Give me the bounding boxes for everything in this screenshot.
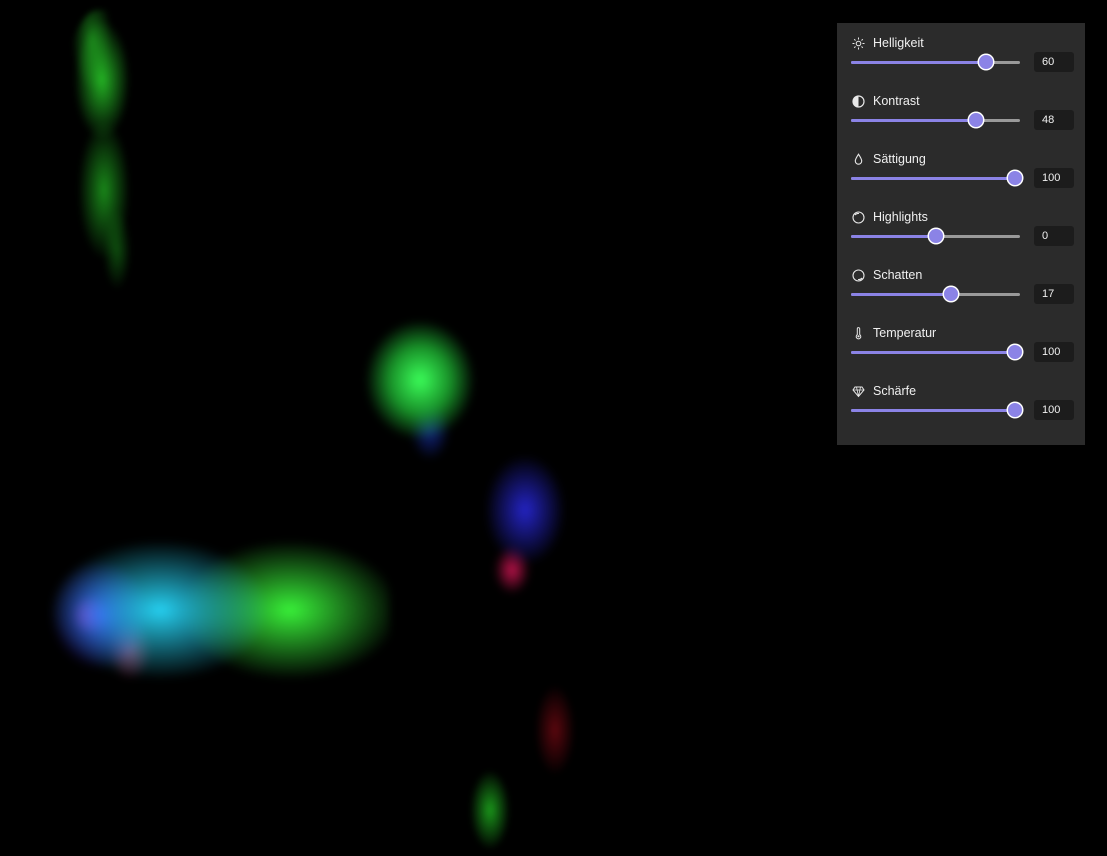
adjustment-contrast: Kontrast 48 bbox=[837, 81, 1085, 139]
adjustment-label: Helligkeit bbox=[873, 36, 924, 50]
drop-icon bbox=[851, 152, 865, 166]
slider-thumb[interactable] bbox=[1007, 345, 1022, 359]
slider-fill bbox=[851, 177, 1015, 180]
saturation-slider[interactable] bbox=[851, 171, 1022, 185]
slider-fill bbox=[851, 293, 951, 296]
thermometer-icon bbox=[851, 326, 865, 340]
adjustment-highlights: Highlights 0 bbox=[837, 197, 1085, 255]
adjustment-label: Schatten bbox=[873, 268, 923, 282]
adjustment-temperature: Temperatur 100 bbox=[837, 313, 1085, 371]
temperature-value-field[interactable]: 100 bbox=[1034, 342, 1074, 362]
sharpness-slider[interactable] bbox=[851, 403, 1022, 417]
slider-thumb[interactable] bbox=[943, 287, 958, 301]
adjustment-sharpness: Schärfe 100 bbox=[837, 371, 1085, 429]
image-content bbox=[530, 680, 580, 780]
highlights-slider[interactable] bbox=[851, 229, 1020, 243]
slider-thumb[interactable] bbox=[1007, 171, 1022, 185]
adjustment-label: Sättigung bbox=[873, 152, 926, 166]
slider-fill bbox=[851, 61, 987, 64]
image-content bbox=[470, 440, 600, 610]
contrast-slider[interactable] bbox=[851, 113, 1020, 127]
adjustment-brightness: Helligkeit 60 bbox=[837, 23, 1085, 81]
adjustment-label: Highlights bbox=[873, 210, 928, 224]
shadows-value-field[interactable]: 17 bbox=[1034, 284, 1074, 304]
slider-fill bbox=[851, 235, 936, 238]
brightness-slider[interactable] bbox=[851, 55, 1020, 69]
adjustment-saturation: Sättigung 100 bbox=[837, 139, 1085, 197]
adjustment-label: Kontrast bbox=[873, 94, 920, 108]
slider-thumb[interactable] bbox=[1007, 403, 1022, 417]
image-content bbox=[62, 10, 152, 290]
slider-fill bbox=[851, 351, 1015, 354]
slider-fill bbox=[851, 119, 977, 122]
adjustments-panel: Helligkeit 60 Kontrast 48 Sättigung 100 … bbox=[837, 23, 1085, 445]
sun-icon bbox=[851, 36, 865, 50]
adjustment-label: Temperatur bbox=[873, 326, 937, 340]
slider-thumb[interactable] bbox=[969, 113, 984, 127]
saturation-value-field[interactable]: 100 bbox=[1034, 168, 1074, 188]
highlights-icon bbox=[851, 210, 865, 224]
sharpness-value-field[interactable]: 100 bbox=[1034, 400, 1074, 420]
slider-thumb[interactable] bbox=[928, 229, 943, 243]
shadows-icon bbox=[851, 268, 865, 282]
slider-fill bbox=[851, 409, 1015, 412]
temperature-slider[interactable] bbox=[851, 345, 1022, 359]
shadows-slider[interactable] bbox=[851, 287, 1020, 301]
slider-thumb[interactable] bbox=[979, 55, 994, 69]
highlights-value-field[interactable]: 0 bbox=[1034, 226, 1074, 246]
adjustment-shadows: Schatten 17 bbox=[837, 255, 1085, 313]
image-content bbox=[462, 770, 522, 856]
contrast-icon bbox=[851, 94, 865, 108]
adjustment-label: Schärfe bbox=[873, 384, 917, 398]
image-content bbox=[40, 520, 390, 710]
brightness-value-field[interactable]: 60 bbox=[1034, 52, 1074, 72]
image-content bbox=[360, 320, 490, 470]
contrast-value-field[interactable]: 48 bbox=[1034, 110, 1074, 130]
diamond-icon bbox=[851, 384, 865, 398]
